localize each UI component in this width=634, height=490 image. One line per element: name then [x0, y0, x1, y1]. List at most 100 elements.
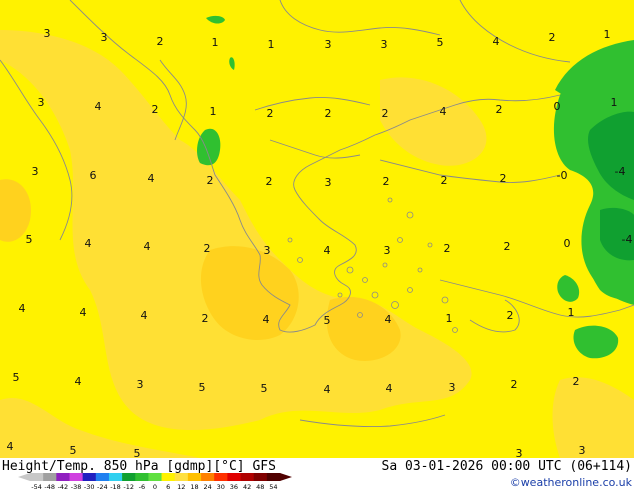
temperature-label: 5 — [199, 381, 206, 394]
temperature-label: 1 — [210, 105, 217, 118]
temperature-label: 3 — [101, 31, 108, 44]
legend-tick-label: -38 — [71, 483, 82, 490]
legend-tick-label: 6 — [166, 483, 170, 490]
temperature-label: 2 — [507, 309, 514, 322]
legend-tick-label: -6 — [139, 483, 145, 490]
legend-tick-label: -48 — [44, 483, 55, 490]
temperature-label: 1 — [268, 38, 275, 51]
temperature-label: 2 — [325, 107, 332, 120]
legend-swatch — [240, 473, 254, 481]
temperature-label: 4 — [440, 105, 447, 118]
temperature-label: 3 — [264, 244, 271, 257]
temperature-label: -4 — [622, 233, 633, 246]
temperature-label: 3 — [449, 381, 456, 394]
legend-swatch — [161, 473, 176, 481]
temperature-label: 4 — [141, 309, 148, 322]
temperature-label: 2 — [267, 107, 274, 120]
temperature-label: 4 — [148, 172, 155, 185]
temperature-label: 4 — [263, 313, 270, 326]
temperature-label: 2 — [496, 103, 503, 116]
legend-tick-label: 24 — [203, 483, 211, 490]
legend-tick-label: 0 — [153, 483, 157, 490]
legend-tick-label: -30 — [84, 483, 95, 490]
legend-tick-label: 42 — [243, 483, 251, 490]
temperature-label: 2 — [500, 172, 507, 185]
temperature-label: 0 — [564, 237, 571, 250]
temperature-label: 1 — [568, 306, 575, 319]
temperature-label: 3 — [384, 244, 391, 257]
weather-map: 3 3 2 1 1 3 3 5 4 2 13 4 2 1 2 2 2 4 2 0 13 6 4 2 2 3 2 2 2 -0 -45 4 4 2 3… — [0, 0, 634, 490]
temperature-label: 5 — [324, 314, 331, 327]
temperature-label: 2 — [202, 312, 209, 325]
temperature-label: 1 — [604, 28, 611, 41]
temperature-label: 3 — [44, 27, 51, 40]
temperature-label: 4 — [80, 306, 87, 319]
legend-tick-label: 12 — [177, 483, 185, 490]
temperature-label: 1 — [611, 96, 618, 109]
temperature-label: 2 — [207, 174, 214, 187]
temperature-label: 4 — [324, 244, 331, 257]
legend-swatch — [266, 473, 281, 481]
legend-tick-label: 54 — [269, 483, 277, 490]
legend-swatch — [69, 473, 83, 481]
temperature-label: 4 — [75, 375, 82, 388]
legend-swatch — [122, 473, 136, 481]
legend-swatch — [95, 473, 110, 481]
temperature-label: 4 — [385, 313, 392, 326]
temperature-label: 5 — [70, 444, 77, 457]
temperature-label: 2 — [504, 240, 511, 253]
temperature-label: 4 — [144, 240, 151, 253]
temperature-label: 3 — [38, 96, 45, 109]
temperature-label: 2 — [266, 175, 273, 188]
legend-swatch — [82, 473, 97, 481]
temperature-label: 3 — [579, 444, 586, 457]
temperature-label: 2 — [441, 174, 448, 187]
valid-time: Sa 03-01-2026 00:00 UTC (06+114) — [382, 459, 632, 474]
temperature-label: 0 — [554, 100, 561, 113]
temperature-label: 3 — [325, 38, 332, 51]
temperature-label: 5 — [13, 371, 20, 384]
temperature-label: 2 — [383, 175, 390, 188]
legend-tick-label: -12 — [123, 483, 134, 490]
legend-tick-label: 36 — [230, 483, 238, 490]
temperature-label: 3 — [325, 176, 332, 189]
legend-tick-label: 48 — [256, 483, 264, 490]
temperature-label: 5 — [26, 233, 33, 246]
legend-swatch — [201, 473, 215, 481]
legend-swatch — [30, 473, 44, 481]
temperature-label: 2 — [152, 103, 159, 116]
temperature-label: 3 — [32, 165, 39, 178]
legend-swatch — [227, 473, 241, 481]
legend-tick-label: -24 — [97, 483, 108, 490]
legend-swatch — [135, 473, 149, 481]
legend-swatch — [108, 473, 123, 481]
temperature-label: 5 — [437, 36, 444, 49]
legend-tick-label: 18 — [190, 483, 198, 490]
temperature-label: 2 — [204, 242, 211, 255]
legend-tick-label: 30 — [217, 483, 225, 490]
temperature-label: 2 — [157, 35, 164, 48]
legend-swatch — [148, 473, 162, 481]
legend-swatch — [187, 473, 202, 481]
temperature-label: 4 — [324, 383, 331, 396]
temperature-label: 2 — [444, 242, 451, 255]
temperature-label: 1 — [446, 312, 453, 325]
copyright: ©weatheronline.co.uk — [510, 476, 633, 489]
temperature-label: 1 — [212, 36, 219, 49]
legend-swatch — [174, 473, 189, 481]
temperature-label: 2 — [549, 31, 556, 44]
temperature-label: 3 — [137, 378, 144, 391]
temperature-label: 3 — [381, 38, 388, 51]
temperature-label: 4 — [19, 302, 26, 315]
temperature-label: 4 — [386, 382, 393, 395]
legend-tick-label: -42 — [58, 483, 69, 490]
temperature-label: 2 — [573, 375, 580, 388]
legend-tick-label: -18 — [110, 483, 121, 490]
temperature-label: 5 — [261, 382, 268, 395]
legend-swatch — [214, 473, 228, 481]
temperature-label: 4 — [493, 35, 500, 48]
temperature-label: -0 — [557, 169, 568, 182]
temperature-label: 2 — [382, 107, 389, 120]
temperature-label: 4 — [7, 440, 14, 453]
temperature-label: 4 — [85, 237, 92, 250]
